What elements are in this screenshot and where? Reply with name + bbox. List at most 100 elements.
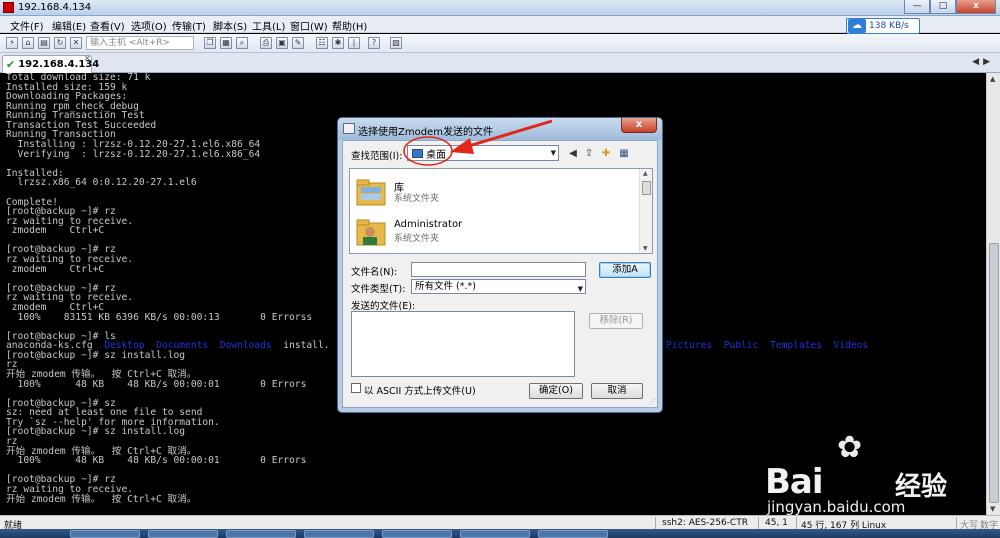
menu-window[interactable]: 窗口(W) — [290, 18, 328, 33]
filename-input[interactable] — [411, 262, 586, 277]
sent-files-list[interactable] — [351, 311, 575, 377]
ok-button[interactable]: 确定(O) — [529, 383, 583, 399]
list-item[interactable]: 库 系统文件夹 — [354, 173, 634, 213]
menu-view[interactable]: 查看(V) — [90, 18, 125, 33]
watermark-brand: Bai — [765, 462, 824, 502]
desktop-icon — [412, 148, 423, 158]
file-list[interactable]: 库 系统文件夹 Administrator 系统文件夹 ▲ ▼ — [349, 168, 653, 254]
quick-connect-icon[interactable]: ⌂ — [22, 37, 34, 49]
look-in-label: 查找范围(I): — [351, 151, 403, 162]
scrollbar-thumb[interactable] — [642, 181, 651, 195]
back-icon[interactable]: ◀ — [567, 148, 579, 160]
dialog-title: 选择使用Zmodem发送的文件 — [358, 127, 493, 138]
disconnect-icon[interactable]: ✕ — [70, 37, 82, 49]
scroll-down-icon[interactable]: ▼ — [990, 505, 995, 513]
minimize-button[interactable]: — — [904, 0, 930, 14]
remove-button[interactable]: 移除(R) — [589, 313, 643, 329]
look-in-select[interactable]: 桌面 ▼ — [407, 145, 559, 161]
file-type: 系统文件夹 — [394, 234, 440, 244]
find-icon[interactable]: ⌕ — [236, 37, 248, 49]
reconnect-icon[interactable]: ↻ — [54, 37, 66, 49]
menu-options[interactable]: 选项(O) — [131, 18, 167, 33]
terminal-line: Verifying : lrzsz-0.12.20-27.1.el6.x86_6… — [6, 148, 261, 160]
filetype-label: 文件类型(T): — [351, 284, 406, 295]
paw-logo-icon: ✿ — [837, 430, 863, 465]
terminal-line: [root@backup ~]# sz install.log — [6, 349, 186, 361]
status-divider — [655, 517, 656, 529]
print-setup-icon[interactable]: ▣ — [276, 37, 288, 49]
session-options-icon[interactable]: ☷ — [316, 37, 328, 49]
network-speed: 138 KB/s — [869, 21, 909, 31]
list-item[interactable]: Administrator 系统文件夹 — [354, 213, 634, 253]
scrollbar-thumb[interactable] — [989, 243, 999, 503]
filetype-value: 所有文件 (*.*) — [415, 281, 476, 292]
menu-transfer[interactable]: 传输(T) — [172, 18, 206, 33]
taskbar-button[interactable] — [70, 530, 140, 538]
paste-icon[interactable]: ▦ — [220, 37, 232, 49]
ls-output-line-right: Pictures Public Templates Videos — [666, 340, 869, 351]
menu-script[interactable]: 脚本(S) — [213, 18, 247, 33]
keymap-icon[interactable]: ❘ — [348, 37, 360, 49]
log-icon[interactable]: ✎ — [292, 37, 304, 49]
maximize-button[interactable]: □ — [930, 0, 956, 14]
file-type: 系统文件夹 — [394, 194, 440, 204]
library-folder-icon — [356, 179, 386, 206]
ls-output-line: anaconda-ks.cfg Desktop Documents Downlo… — [6, 340, 330, 351]
filetype-select[interactable]: 所有文件 (*.*) ▼ — [411, 279, 586, 294]
add-button[interactable]: 添加A — [599, 262, 651, 278]
copy-icon[interactable]: ❐ — [204, 37, 216, 49]
ascii-upload-checkbox[interactable] — [351, 383, 361, 393]
menu-edit[interactable]: 编辑(E) — [52, 18, 86, 33]
status-bar: 就绪 ssh2: AES-256-CTR 45, 1 45 行, 167 列 L… — [0, 515, 1000, 531]
cancel-button[interactable]: 取消 — [591, 383, 643, 399]
scroll-up-icon[interactable]: ▲ — [990, 75, 995, 83]
connect-icon[interactable]: ⚡ — [6, 37, 18, 49]
resize-grip-icon[interactable]: ⋰ — [649, 398, 656, 406]
taskbar-button[interactable] — [148, 530, 218, 538]
session-tab-bar: ✔ 192.168.4.134 ✕ ◀▶ — [0, 53, 1000, 73]
filename-label: 文件名(N): — [351, 267, 398, 278]
connect-tab-icon[interactable]: ▤ — [38, 37, 50, 49]
close-button[interactable]: x — [956, 0, 996, 14]
scroll-down-icon[interactable]: ▼ — [643, 245, 648, 252]
dialog-close-button[interactable]: x — [621, 118, 657, 133]
tab-close-icon[interactable]: ✕ — [84, 54, 91, 63]
taskbar-button[interactable] — [304, 530, 374, 538]
new-folder-icon[interactable]: ✚ — [600, 148, 612, 160]
view-menu-icon[interactable]: ▦ — [618, 148, 630, 160]
session-tab[interactable]: ✔ 192.168.4.134 — [2, 55, 99, 73]
taskbar-button[interactable] — [382, 530, 452, 538]
scroll-up-icon[interactable]: ▲ — [643, 170, 648, 177]
status-divider — [796, 517, 797, 529]
help-icon[interactable]: ? — [368, 37, 380, 49]
settings-icon[interactable]: ✱ — [332, 37, 344, 49]
app-icon — [3, 2, 14, 13]
menu-tools[interactable]: 工具(L) — [252, 18, 285, 33]
host-input[interactable]: 输入主机 <Alt+R> — [86, 36, 194, 50]
menu-help[interactable]: 帮助(H) — [332, 18, 367, 33]
print-icon[interactable]: ⎙ — [260, 37, 272, 49]
menu-file[interactable]: 文件(F) — [10, 18, 44, 33]
tab-scroll-arrows[interactable]: ◀▶ — [972, 57, 994, 67]
terminal-line: 100% 48 KB 48 KB/s 00:00:01 0 Errors — [6, 378, 307, 390]
terminal-line: lrzsz.x86_64 0:0.12.20-27.1.el6 — [6, 177, 197, 189]
sent-files-label: 发送的文件(E): — [351, 301, 416, 312]
taskbar-button[interactable] — [460, 530, 530, 538]
chevron-down-icon: ▼ — [577, 285, 583, 293]
terminal-line: zmodem Ctrl+C — [6, 263, 105, 275]
status-cipher: ssh2: AES-256-CTR — [662, 518, 748, 528]
sftp-icon[interactable]: ▧ — [390, 37, 402, 49]
file-list-scrollbar[interactable]: ▲ ▼ — [639, 169, 652, 253]
ascii-upload-label: 以 ASCII 方式上传文件(U) — [364, 386, 476, 397]
terminal-line: 开始 zmodem 传输。 按 Ctrl+C 取消。 — [6, 493, 197, 505]
taskbar-button[interactable] — [538, 530, 608, 538]
connected-check-icon: ✔ — [6, 58, 16, 71]
chevron-down-icon: ▼ — [550, 149, 556, 157]
terminal-line: 100% 83151 KB 6396 KB/s 00:00:13 0 Error… — [6, 311, 313, 323]
taskbar-button[interactable] — [226, 530, 296, 538]
status-position: 45, 1 — [765, 518, 788, 528]
terminal-scrollbar[interactable]: ▲ ▼ — [986, 73, 1000, 515]
os-taskbar — [0, 529, 1000, 538]
window-controls: — □ x — [904, 0, 996, 15]
up-folder-icon[interactable]: ⇧ — [583, 148, 595, 160]
